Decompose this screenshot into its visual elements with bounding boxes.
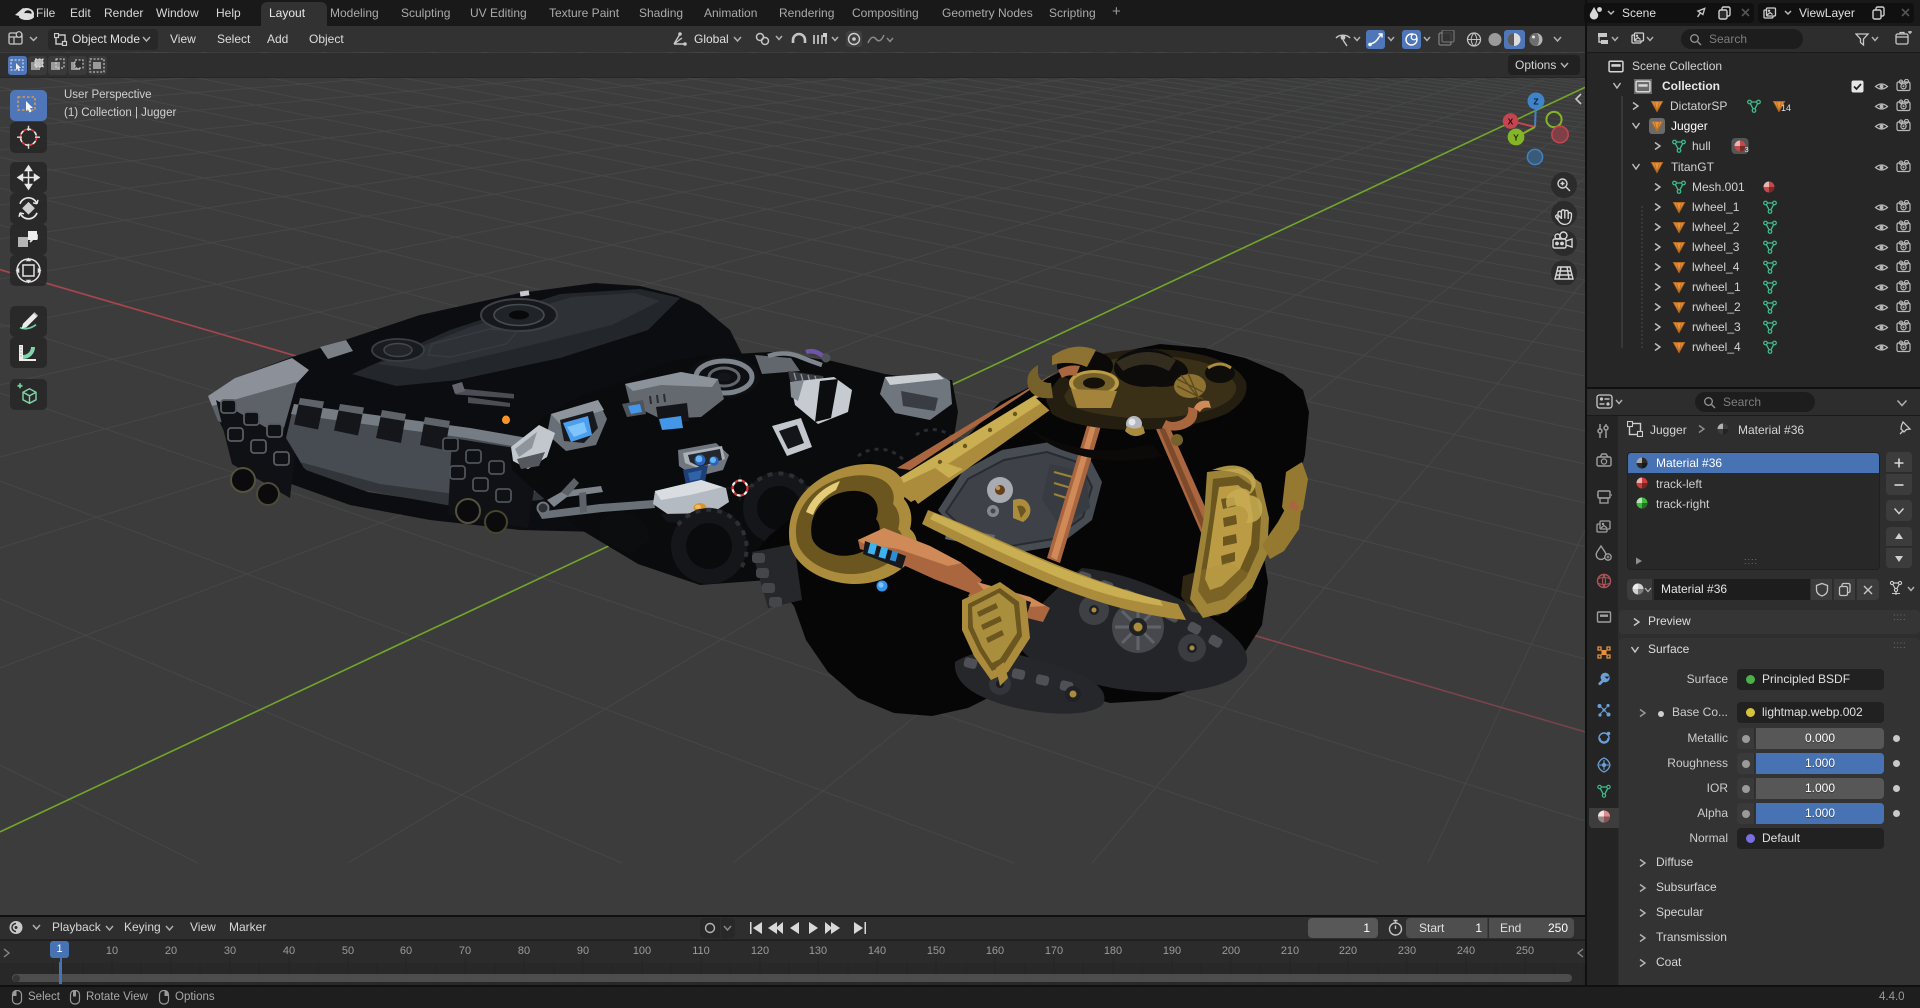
svg-text:160: 160: [986, 945, 1004, 957]
svg-text:70: 70: [459, 945, 471, 957]
svg-text:Y: Y: [1513, 133, 1519, 143]
svg-text:200: 200: [1222, 945, 1240, 957]
svg-text:110: 110: [692, 945, 710, 957]
svg-text:20: 20: [165, 945, 177, 957]
svg-text:220: 220: [1339, 945, 1357, 957]
svg-text:3: 3: [1745, 145, 1749, 154]
svg-text:10: 10: [106, 945, 118, 957]
svg-text:250: 250: [1516, 945, 1534, 957]
svg-text:100: 100: [633, 945, 651, 957]
svg-text:180: 180: [1104, 945, 1122, 957]
svg-text:60: 60: [400, 945, 412, 957]
svg-text:30: 30: [224, 945, 236, 957]
svg-text:130: 130: [809, 945, 827, 957]
svg-text:80: 80: [518, 945, 530, 957]
svg-text:140: 140: [868, 945, 886, 957]
svg-text:190: 190: [1163, 945, 1181, 957]
svg-text:50: 50: [342, 945, 354, 957]
svg-text:90: 90: [577, 945, 589, 957]
svg-text:210: 210: [1281, 945, 1299, 957]
svg-text:230: 230: [1398, 945, 1416, 957]
svg-text:240: 240: [1457, 945, 1475, 957]
svg-text:170: 170: [1045, 945, 1063, 957]
svg-text:120: 120: [751, 945, 769, 957]
svg-text:Z: Z: [1533, 97, 1538, 107]
svg-text:40: 40: [283, 945, 295, 957]
svg-text:150: 150: [927, 945, 945, 957]
svg-text:X: X: [1508, 117, 1514, 127]
